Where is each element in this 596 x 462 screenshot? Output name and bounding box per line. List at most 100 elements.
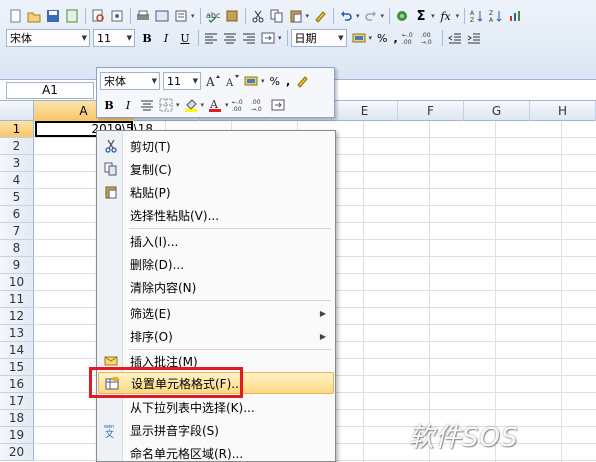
row-header[interactable]: 1 (0, 121, 34, 138)
undo-icon[interactable] (337, 7, 355, 25)
print-icon[interactable] (134, 7, 152, 25)
italic-button[interactable]: I (157, 29, 175, 47)
cut-icon[interactable] (249, 7, 267, 25)
spellcheck-icon[interactable]: abc (204, 7, 222, 25)
row-header[interactable]: 20 (0, 444, 34, 461)
align-center-icon[interactable] (221, 29, 239, 47)
mini-decrease-decimal-icon[interactable]: .00 →.0 (250, 96, 268, 114)
hyperlink-icon[interactable] (393, 7, 411, 25)
print-preview2-icon[interactable] (153, 7, 171, 25)
column-header-e[interactable]: E (332, 101, 398, 121)
select-all-corner[interactable] (0, 101, 34, 121)
autosum-icon[interactable]: Σ (412, 7, 430, 25)
mini-font-name-combo[interactable]: 宋体 ▼ (100, 72, 160, 90)
shrink-font-icon[interactable]: A (223, 72, 241, 90)
row-header[interactable]: 18 (0, 410, 34, 427)
row-header[interactable]: 10 (0, 274, 34, 291)
row-header[interactable]: 3 (0, 155, 34, 172)
menu-item-show-phonetic[interactable]: wén 文 显示拼音字段(S) (98, 419, 334, 441)
row-header[interactable]: 2 (0, 138, 34, 155)
row-header[interactable]: 8 (0, 240, 34, 257)
row-header[interactable]: 19 (0, 427, 34, 444)
research-icon[interactable] (108, 7, 126, 25)
font-color-icon[interactable]: A (206, 96, 224, 114)
number-format-combo[interactable]: 日期 ▼ (290, 29, 347, 47)
open-icon[interactable] (25, 7, 43, 25)
menu-item-define-name[interactable]: 命名单元格区域(R)... (98, 442, 334, 462)
menu-item-label: 复制(C) (130, 162, 172, 177)
mini-currency-icon[interactable] (242, 72, 260, 90)
new-icon[interactable] (6, 7, 24, 25)
align-left-icon[interactable] (202, 29, 220, 47)
row-header[interactable]: 6 (0, 206, 34, 223)
mini-italic-button[interactable]: I (119, 96, 137, 114)
mini-font-size-combo[interactable]: 11 ▼ (163, 72, 201, 90)
merge-center-icon[interactable] (259, 29, 277, 47)
menu-item-filter[interactable]: 筛选(E) ▶ (98, 302, 334, 324)
column-header-h[interactable]: H (530, 101, 596, 121)
column-header-f[interactable]: F (398, 101, 464, 121)
borders-icon[interactable] (157, 96, 175, 114)
print-preview-icon[interactable] (89, 7, 107, 25)
column-header-g[interactable]: G (464, 101, 530, 121)
paste-icon[interactable] (287, 7, 305, 25)
row-header[interactable]: 16 (0, 376, 34, 393)
align-right-icon[interactable] (240, 29, 258, 47)
redo-icon[interactable] (362, 7, 380, 25)
menu-item-paste-special[interactable]: 选择性粘贴(V)... (98, 204, 334, 226)
menu-item-paste[interactable]: 粘贴(P) (98, 181, 334, 203)
svg-text:abc: abc (206, 11, 220, 20)
chevron-down-icon: ▼ (126, 34, 132, 42)
mini-format-painter-icon[interactable] (293, 72, 311, 90)
row-header[interactable]: 14 (0, 342, 34, 359)
comma-button[interactable]: , (393, 32, 397, 45)
format-painter-icon[interactable] (311, 7, 329, 25)
decrease-indent-icon[interactable] (446, 29, 464, 47)
sort-asc-icon[interactable]: AZ (468, 7, 486, 25)
increase-decimal-icon[interactable]: ←.0.00 (401, 29, 419, 47)
layout-icon[interactable] (172, 7, 190, 25)
mini-percent-button[interactable]: % (270, 75, 280, 88)
currency-icon[interactable] (350, 29, 368, 47)
row-header[interactable]: 11 (0, 291, 34, 308)
menu-item-label: 删除(D)... (130, 257, 185, 272)
row-header[interactable]: 4 (0, 172, 34, 189)
font-name-combo[interactable]: 宋体 ▼ (6, 29, 90, 47)
mini-increase-decimal-icon[interactable]: ←.0.00 (231, 96, 249, 114)
increase-indent-icon[interactable] (465, 29, 483, 47)
underline-button[interactable]: U (176, 29, 194, 47)
chart-icon[interactable] (506, 7, 524, 25)
menu-item-insert[interactable]: 插入(I)... (98, 230, 334, 252)
save-icon[interactable] (44, 7, 62, 25)
row-header[interactable]: 12 (0, 308, 34, 325)
research-book-icon[interactable] (223, 7, 241, 25)
decrease-decimal-icon[interactable]: .00 →.0 (420, 29, 438, 47)
grow-font-icon[interactable]: A (204, 72, 222, 90)
menu-item-copy[interactable]: 复制(C) (98, 158, 334, 180)
permission-icon[interactable] (63, 7, 81, 25)
row-header[interactable]: 17 (0, 393, 34, 410)
bold-button[interactable]: B (138, 29, 156, 47)
function-icon[interactable]: fx (437, 7, 455, 25)
row-header[interactable]: 5 (0, 189, 34, 206)
menu-item-clear-contents[interactable]: 清除内容(N) (98, 276, 334, 298)
fill-color-icon[interactable] (182, 96, 200, 114)
percent-button[interactable]: % (377, 32, 387, 45)
row-header[interactable]: 13 (0, 325, 34, 342)
name-box[interactable]: A1 (6, 82, 94, 99)
menu-item-delete[interactable]: 删除(D)... (98, 253, 334, 275)
chevron-down-icon: ▼ (151, 77, 157, 85)
menu-item-sort[interactable]: 排序(O) ▶ (98, 325, 334, 347)
menu-item-cut[interactable]: 剪切(T) (98, 135, 334, 157)
row-header[interactable]: 15 (0, 359, 34, 376)
row-header[interactable]: 9 (0, 257, 34, 274)
mini-comma-button[interactable]: , (286, 75, 290, 88)
menu-item-pick-from-list[interactable]: 从下拉列表中选择(K)... (98, 396, 334, 418)
row-header[interactable]: 7 (0, 223, 34, 240)
font-size-combo[interactable]: 11 ▼ (93, 29, 135, 47)
sort-desc-icon[interactable]: ZA (487, 7, 505, 25)
mini-center-icon[interactable] (138, 96, 156, 114)
copy-icon[interactable] (268, 7, 286, 25)
mini-merge-icon[interactable] (269, 96, 287, 114)
mini-bold-button[interactable]: B (100, 96, 118, 114)
